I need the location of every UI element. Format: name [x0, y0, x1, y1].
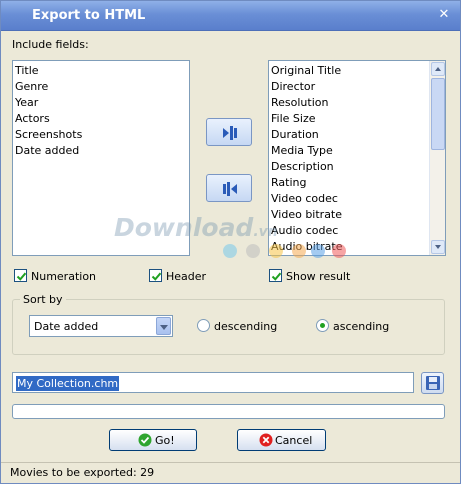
remove-field-button[interactable]: [206, 174, 252, 202]
chevron-down-icon[interactable]: [156, 317, 171, 335]
arrow-left-field-icon: [223, 126, 237, 140]
available-field-item[interactable]: Duration: [271, 127, 445, 143]
sort-field-value: Date added: [34, 320, 99, 333]
available-fields-list[interactable]: Original Title Director Resolution File Siz…: [268, 60, 446, 256]
available-field-item[interactable]: File Size: [271, 111, 445, 127]
scroll-thumb[interactable]: [431, 78, 445, 150]
numeration-checkbox[interactable]: [14, 269, 27, 282]
cancel-label: Cancel: [275, 434, 313, 447]
available-field-item[interactable]: Resolution: [271, 95, 445, 111]
available-field-item[interactable]: Original Title: [271, 63, 445, 79]
included-field-item[interactable]: Genre: [15, 79, 189, 95]
included-field-item[interactable]: Actors: [15, 111, 189, 127]
save-file-button[interactable]: [421, 372, 444, 394]
descending-radio[interactable]: [197, 319, 210, 332]
arrow-right-field-icon: [223, 182, 237, 196]
available-field-item[interactable]: Audio codec: [271, 223, 445, 239]
export-progress-bar: [12, 404, 445, 419]
sort-field-select[interactable]: Date added: [29, 315, 173, 337]
ascending-radio[interactable]: [316, 319, 329, 332]
sort-by-label: Sort by: [20, 293, 66, 306]
status-bar: Movies to be exported: 29: [1, 462, 460, 483]
export-dialog: Export to HTML ✕ Include fields: Title Ge…: [0, 0, 461, 484]
included-field-item[interactable]: Title: [15, 63, 189, 79]
add-field-button[interactable]: [206, 118, 252, 146]
title-bar: Export to HTML ✕: [1, 1, 460, 31]
close-icon[interactable]: ✕: [436, 7, 452, 23]
available-field-item[interactable]: Video codec: [271, 191, 445, 207]
available-field-item[interactable]: Rating: [271, 175, 445, 191]
filename-input[interactable]: My Collection.chm: [12, 372, 414, 393]
available-field-item[interactable]: Description: [271, 159, 445, 175]
available-field-item[interactable]: Media Type: [271, 143, 445, 159]
checkmark-icon: [16, 272, 27, 281]
scroll-down-icon[interactable]: [431, 240, 445, 254]
filename-value: My Collection.chm: [16, 376, 120, 391]
watermark-dot: [292, 244, 306, 258]
check-circle-icon: [138, 433, 152, 447]
included-field-item[interactable]: Year: [15, 95, 189, 111]
status-text: Movies to be exported: 29: [10, 466, 155, 479]
included-field-item[interactable]: Screenshots: [15, 127, 189, 143]
show-result-label: Show result: [286, 270, 351, 283]
available-field-item[interactable]: Video bitrate: [271, 207, 445, 223]
ascending-label: ascending: [333, 320, 390, 333]
cancel-x-icon: [259, 433, 273, 447]
go-label: Go!: [155, 434, 175, 447]
numeration-label: Numeration: [31, 270, 97, 283]
descending-label: descending: [214, 320, 278, 333]
available-field-item[interactable]: Director: [271, 79, 445, 95]
watermark-suffix: .vn: [253, 224, 278, 240]
window-title: Export to HTML: [32, 8, 146, 23]
watermark-dot: [311, 244, 325, 258]
checkmark-icon: [151, 272, 162, 281]
fields-scrollbar[interactable]: [429, 61, 445, 255]
show-result-checkbox[interactable]: [269, 269, 282, 282]
included-field-item[interactable]: Date added: [15, 143, 189, 159]
header-checkbox[interactable]: [149, 269, 162, 282]
include-fields-label: Include fields:: [12, 38, 89, 51]
watermark-dot: [332, 244, 346, 258]
header-label: Header: [166, 270, 207, 283]
watermark-dot: [269, 244, 283, 258]
checkmark-icon: [271, 272, 282, 281]
scroll-up-icon[interactable]: [431, 62, 445, 76]
cancel-button[interactable]: Cancel: [237, 429, 326, 451]
watermark-dot: [223, 244, 237, 258]
watermark-logo: Download.vn: [114, 213, 278, 242]
watermark-text: Download: [114, 213, 254, 242]
go-button[interactable]: Go!: [109, 429, 197, 451]
save-disk-icon: [426, 376, 440, 390]
watermark-dot: [246, 244, 260, 258]
